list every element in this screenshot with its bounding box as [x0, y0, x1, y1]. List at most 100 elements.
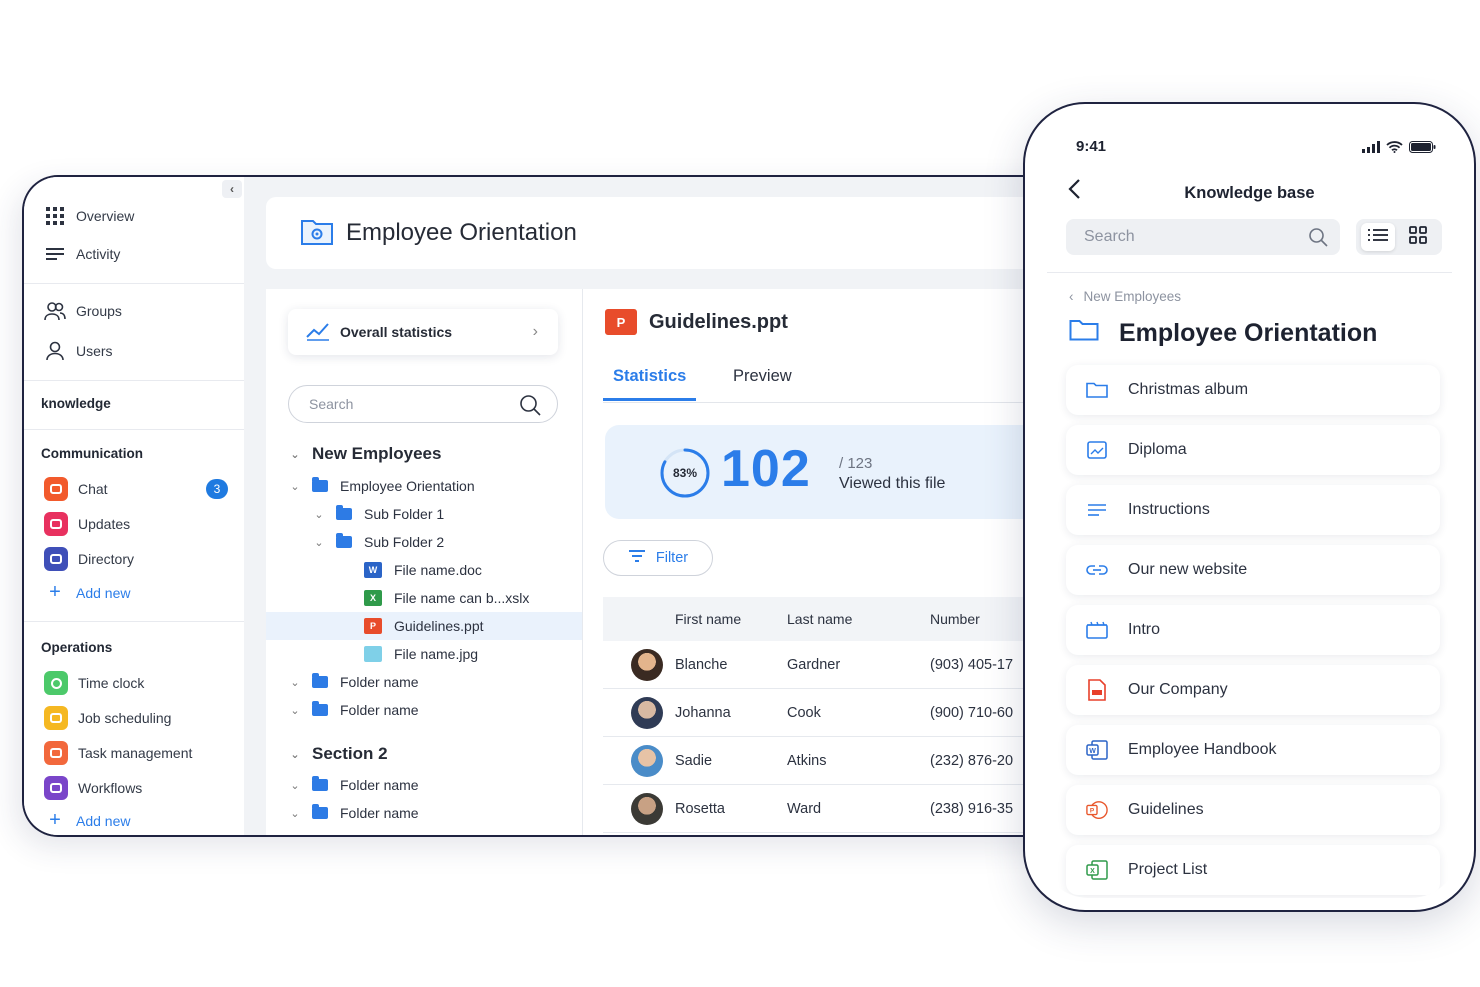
tree-item-file-doc[interactable]: W File name.doc	[266, 556, 582, 584]
tree-item-folder[interactable]: ⌄ Folder name	[266, 771, 582, 799]
list-item-instructions[interactable]: Instructions	[1066, 485, 1440, 535]
svg-text:X: X	[1090, 868, 1095, 875]
search-placeholder: Search	[309, 396, 354, 412]
tree-item-folder[interactable]: ⌄ Folder name	[266, 799, 582, 827]
tree-section-section-2[interactable]: ⌄ Section 2	[266, 740, 582, 768]
communication-add-new-button[interactable]: + Add new	[44, 581, 130, 604]
sidebar-item-label: Job scheduling	[78, 710, 172, 726]
list-item-label: Christmas album	[1128, 381, 1249, 398]
list-item-label: Our new website	[1128, 561, 1248, 578]
sidebar-item-job-scheduling[interactable]: Job scheduling	[44, 706, 171, 730]
breadcrumb[interactable]: ‹ New Employees	[1069, 289, 1181, 304]
tree-item-label: File name can b...xslx	[394, 590, 530, 606]
word-icon: W	[1086, 739, 1108, 761]
sidebar-item-time-clock[interactable]: Time clock	[44, 671, 144, 695]
collapse-sidebar-button[interactable]: ‹	[222, 180, 242, 198]
sidebar-item-activity[interactable]: Activity	[44, 243, 120, 265]
table-row[interactable]: Johanna Cook (900) 710-60	[603, 689, 1062, 737]
overall-statistics-label: Overall statistics	[340, 324, 453, 340]
powerpoint-file-icon: P	[364, 618, 382, 634]
filter-icon	[628, 549, 646, 567]
tree-item-sub-folder-2[interactable]: ⌄ Sub Folder 2	[266, 528, 582, 556]
list-item-intro[interactable]: Intro	[1066, 605, 1440, 655]
column-last-name[interactable]: Last name	[787, 597, 852, 641]
word-file-icon: W	[364, 562, 382, 578]
sidebar-item-directory[interactable]: Directory	[44, 547, 134, 571]
plus-icon: +	[49, 581, 61, 603]
list-item-employee-handbook[interactable]: W Employee Handbook	[1066, 725, 1440, 775]
list-item-diploma[interactable]: Diploma	[1066, 425, 1440, 475]
chat-icon	[44, 477, 68, 501]
sidebar-item-task-management[interactable]: Task management	[44, 741, 192, 765]
sidebar-item-knowledge[interactable]: knowledge	[41, 396, 111, 411]
search-input[interactable]: Search	[1066, 219, 1340, 255]
add-new-label: Add new	[76, 584, 131, 601]
chevron-down-icon: ⌄	[290, 448, 300, 461]
tree-item-file-jpg[interactable]: File name.jpg	[266, 640, 582, 668]
operations-add-new-button[interactable]: + Add new	[44, 809, 130, 832]
folder-icon	[312, 477, 328, 492]
tree-item-employee-orientation[interactable]: ⌄ Employee Orientation	[266, 472, 582, 500]
sidebar: ‹ Overview Activity Groups Users knowled…	[24, 177, 244, 835]
grid-icon	[1409, 225, 1427, 249]
cell-first-name: Sadie	[675, 753, 713, 769]
table-row[interactable]: Sadie Atkins (232) 876-20	[603, 737, 1062, 785]
tree-section-label: Section 2	[312, 744, 388, 763]
link-icon	[1086, 559, 1108, 581]
tree-item-sub-folder-1[interactable]: ⌄ Sub Folder 1	[266, 500, 582, 528]
list-icon	[1368, 228, 1388, 247]
sidebar-item-overview[interactable]: Overview	[44, 205, 134, 227]
phone-device: 9:41 Knowledge base Search ‹ New Employe…	[1023, 102, 1476, 912]
sidebar-item-users[interactable]: Users	[44, 340, 113, 362]
list-item-our-new-website[interactable]: Our new website	[1066, 545, 1440, 595]
avatar	[631, 793, 663, 825]
table-row[interactable]: Rosetta Ward (238) 916-35	[603, 785, 1062, 833]
list-item-christmas-album[interactable]: Christmas album	[1066, 365, 1440, 415]
table-row[interactable]: Blanche Gardner (903) 405-17	[603, 641, 1062, 689]
tab-statistics[interactable]: Statistics	[603, 367, 697, 401]
tab-preview[interactable]: Preview	[733, 367, 792, 398]
tree-item-file-xlsx[interactable]: X File name can b...xslx	[266, 584, 582, 612]
chevron-down-icon: ⌄	[290, 704, 300, 717]
column-number[interactable]: Number	[930, 597, 980, 641]
folder-icon	[1069, 319, 1099, 348]
sidebar-item-workflows[interactable]: Workflows	[44, 776, 142, 800]
folder-icon	[312, 804, 328, 819]
sidebar-item-label: Chat	[78, 481, 108, 497]
signal-icon	[1362, 140, 1380, 158]
list-item-label: Guidelines	[1128, 801, 1204, 818]
list-item-guidelines[interactable]: P Guidelines	[1066, 785, 1440, 835]
tree-item-folder[interactable]: ⌄ Folder name	[266, 696, 582, 724]
tree-item-file-ppt[interactable]: P Guidelines.ppt	[266, 612, 582, 640]
tree-item-folder[interactable]: ⌄ Folder name	[266, 668, 582, 696]
total-count: / 123	[839, 455, 873, 472]
tree-item-label: Sub Folder 2	[364, 534, 445, 550]
svg-text:W: W	[1089, 748, 1096, 755]
overall-statistics-button[interactable]: Overall statistics ›	[288, 309, 558, 355]
column-first-name[interactable]: First name	[675, 597, 741, 641]
table-header: First name Last name Number	[603, 597, 1062, 641]
folder-heading: Employee Orientation	[1069, 319, 1377, 348]
divider	[24, 621, 244, 622]
search-icon	[519, 394, 541, 419]
tree-search-input[interactable]: Search	[288, 385, 558, 423]
list-item-project-list[interactable]: X Project List	[1066, 845, 1440, 895]
sidebar-item-groups[interactable]: Groups	[44, 300, 122, 322]
list-item-our-company[interactable]: Our Company	[1066, 665, 1440, 715]
folder-icon	[312, 673, 328, 688]
text-lines-icon	[1086, 499, 1108, 521]
list-item-label: Employee Handbook	[1128, 741, 1277, 758]
breadcrumb-label: New Employees	[1083, 289, 1182, 304]
updates-icon	[44, 512, 68, 536]
file-detail-panel: P Guidelines.ppt Statistics Preview 83% …	[582, 289, 1062, 835]
sidebar-item-updates[interactable]: Updates	[44, 512, 130, 536]
tree-item-label: File name.jpg	[394, 646, 479, 662]
list-view-button[interactable]	[1361, 223, 1395, 251]
time-clock-icon	[44, 671, 68, 695]
tree-item-label: Employee Orientation	[340, 478, 475, 494]
tree-section-new-employees[interactable]: ⌄ New Employees	[266, 440, 582, 468]
grid-view-button[interactable]	[1401, 223, 1435, 251]
sidebar-item-label: Directory	[78, 551, 135, 567]
sidebar-item-chat[interactable]: Chat	[44, 477, 108, 501]
filter-button[interactable]: Filter	[603, 540, 713, 576]
